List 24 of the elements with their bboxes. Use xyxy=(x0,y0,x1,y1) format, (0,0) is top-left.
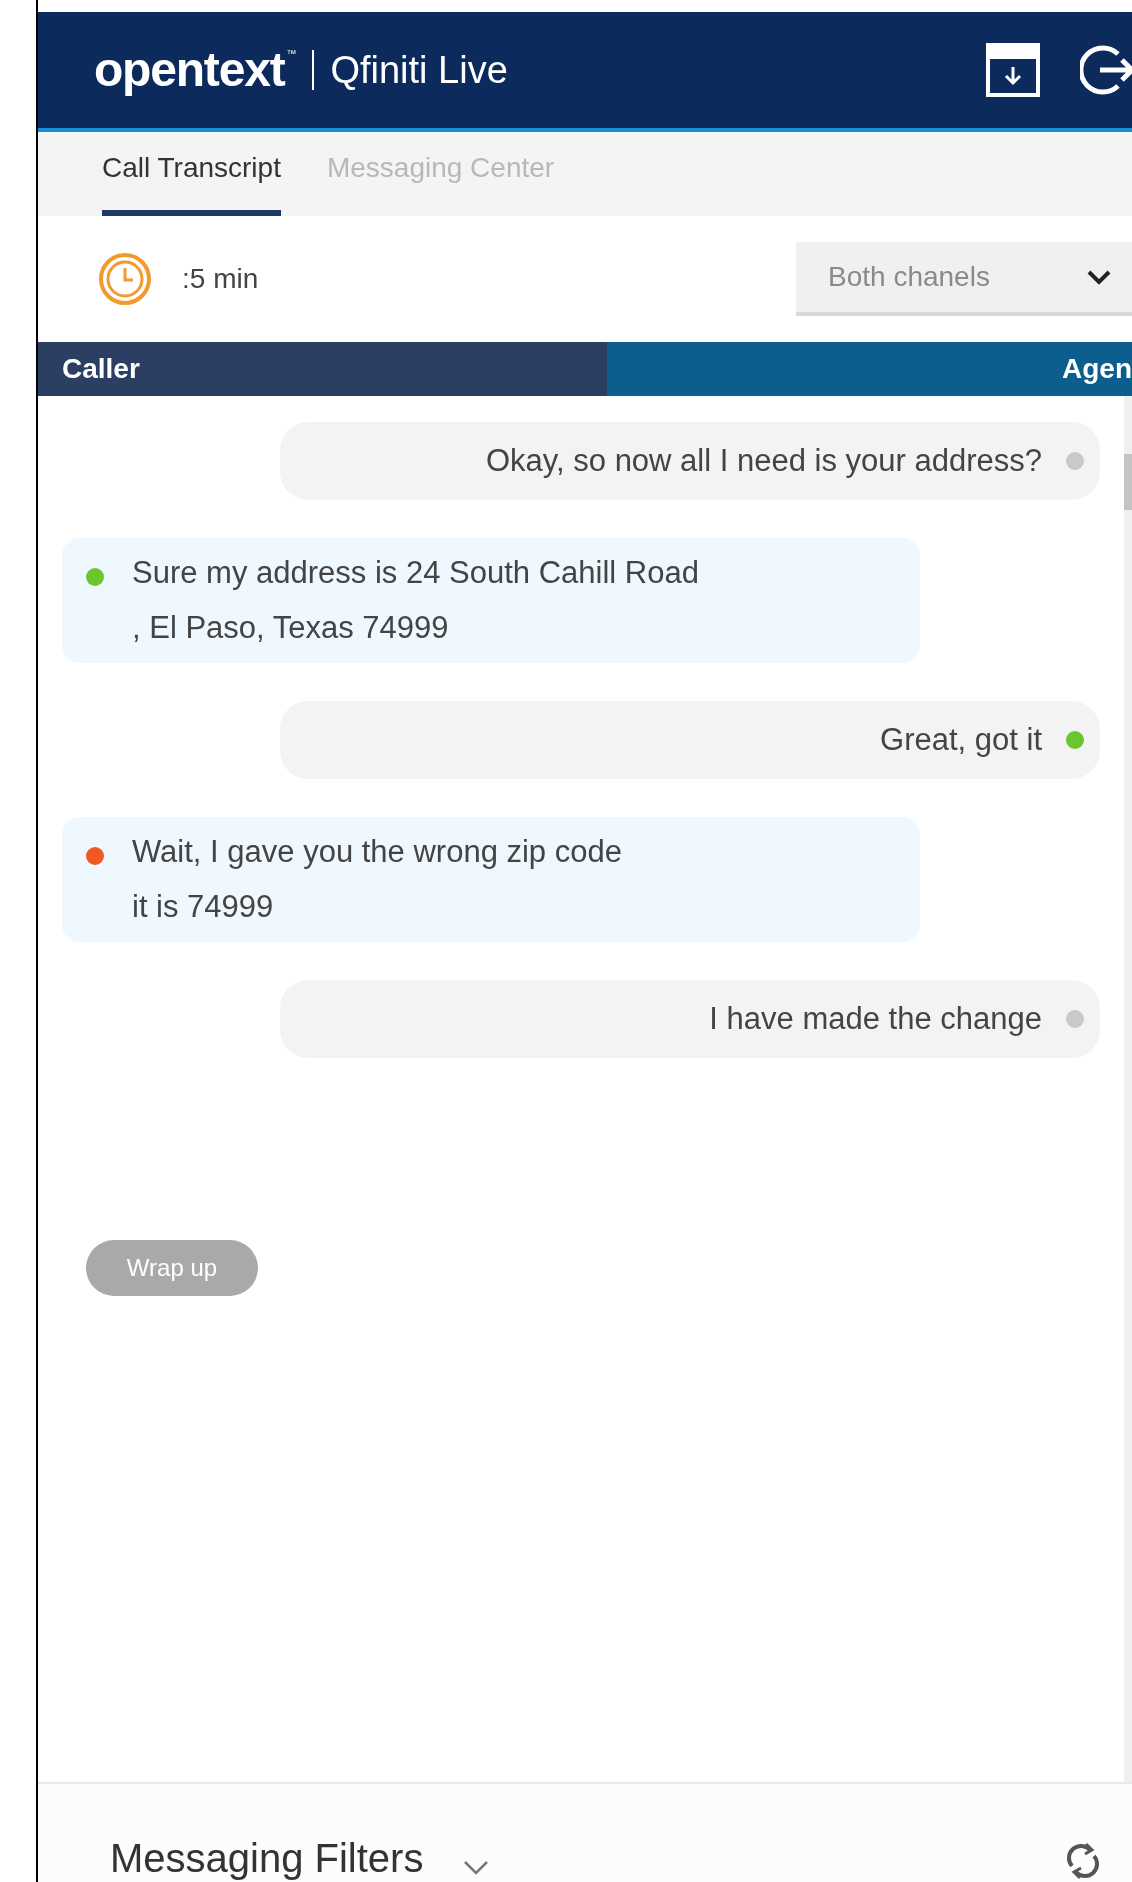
refresh-icon[interactable] xyxy=(1064,1840,1102,1882)
message-text: Wait, I gave you the wrong zip code xyxy=(132,833,622,871)
caller-label: Caller xyxy=(62,352,140,386)
message-text: , El Paso, Texas 74999 xyxy=(132,608,450,647)
wrap-up-button[interactable]: Wrap up xyxy=(86,1240,258,1296)
trademark-mark: ™ xyxy=(286,47,297,61)
timer-text: :5 min xyxy=(182,262,259,296)
scrollbar-thumb[interactable] xyxy=(1124,454,1132,510)
filters-title: Messaging Filters xyxy=(110,1835,424,1882)
download-icon[interactable] xyxy=(986,43,1040,97)
message-text: I have made the change xyxy=(709,999,1042,1038)
clock-icon xyxy=(98,252,152,306)
agent-label: Agen xyxy=(1062,352,1132,386)
product-name: Qfiniti Live xyxy=(330,47,508,93)
tab[interactable]: Call Transcript xyxy=(102,138,281,216)
channel-dropdown[interactable]: Both chanels xyxy=(796,242,1132,316)
tab[interactable]: Messaging Center xyxy=(326,138,555,216)
brand-logo: opentext xyxy=(94,42,285,98)
message-text: Sure my address is 24 South Cahill Road xyxy=(132,554,699,592)
message-text: Great, got it xyxy=(880,720,1042,759)
message-text: Okay, so now all I need is your address? xyxy=(486,441,1042,480)
message-text: it is 74999 xyxy=(132,887,275,926)
chevron-down-icon[interactable] xyxy=(463,1860,490,1876)
chevron-down-icon xyxy=(1086,269,1112,285)
